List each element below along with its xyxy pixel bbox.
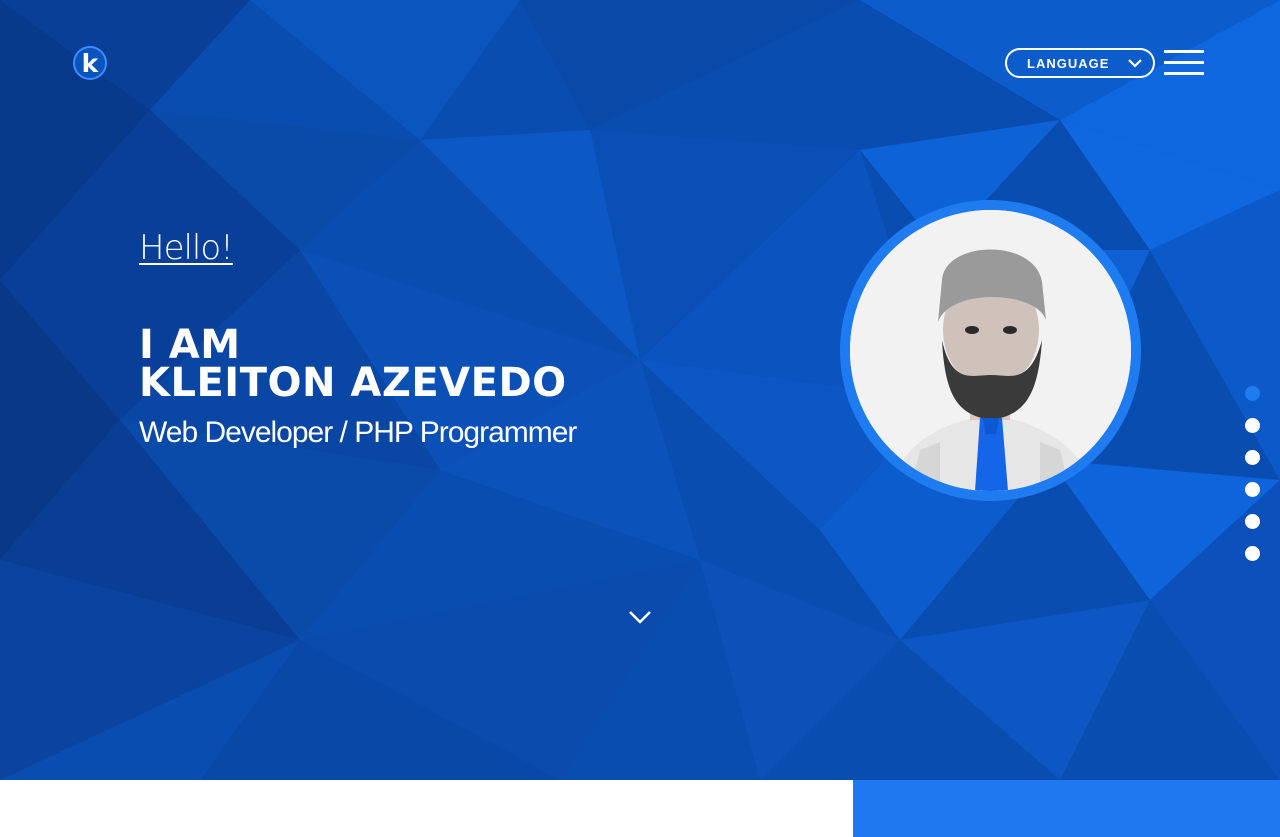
section-dot[interactable] (1245, 546, 1260, 561)
language-dropdown[interactable]: LANGUAGE (1005, 48, 1155, 78)
hero-section: k LANGUAGE Hello! I AM KLEITON AZEVEDO W… (0, 0, 1280, 780)
avatar-frame (840, 200, 1141, 501)
hamburger-menu-icon[interactable] (1164, 49, 1204, 77)
intro-heading: I AM (139, 322, 241, 368)
section-dot[interactable] (1245, 450, 1260, 465)
logo-letter: k (81, 48, 99, 78)
menu-bar (1164, 72, 1204, 75)
section-dot[interactable] (1245, 418, 1260, 433)
profile-photo (850, 210, 1131, 491)
section-dot[interactable] (1245, 386, 1260, 401)
section-dot[interactable] (1245, 482, 1260, 497)
language-label: LANGUAGE (1027, 55, 1110, 71)
k-logo-icon[interactable]: k (73, 46, 107, 80)
greeting-text: Hello! (139, 228, 234, 268)
section-dot[interactable] (1245, 514, 1260, 529)
role-subtitle: Web Developer / PHP Programmer (139, 416, 577, 449)
next-section-accent (853, 780, 1280, 837)
avatar (850, 210, 1131, 491)
name-heading: KLEITON AZEVEDO (139, 360, 567, 406)
menu-bar (1164, 61, 1204, 64)
menu-bar (1164, 50, 1204, 53)
chevron-down-icon[interactable] (628, 608, 652, 626)
chevron-down-icon (1128, 59, 1142, 68)
